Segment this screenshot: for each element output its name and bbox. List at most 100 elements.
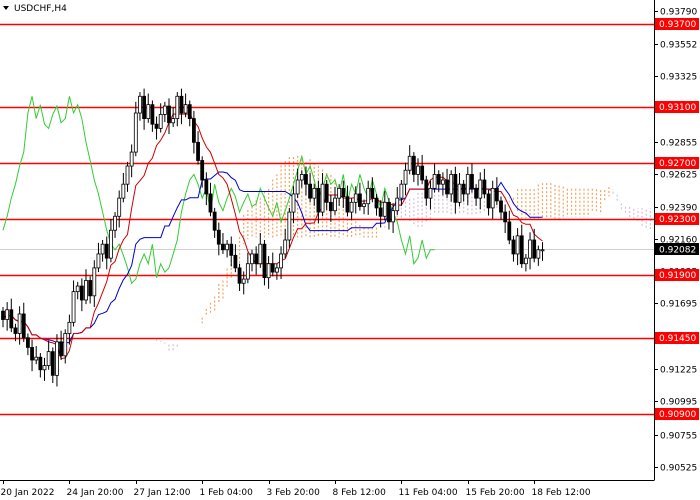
candle-body	[304, 174, 308, 185]
candle-body	[411, 155, 416, 175]
x-tick-label: 15 Feb 20:00	[466, 488, 525, 498]
candle-body	[191, 118, 196, 143]
candle-body	[532, 239, 537, 259]
candle-body	[316, 187, 321, 213]
candle-body	[312, 187, 317, 199]
candle-body	[1, 310, 5, 320]
x-tick-label: 3 Feb 20:00	[267, 488, 321, 498]
level-price-label: 0.91450	[659, 334, 696, 344]
candle-body	[490, 187, 495, 209]
level-price-label: 0.93700	[659, 20, 696, 30]
candle-body	[79, 285, 84, 301]
candle-body	[345, 196, 350, 213]
candle-body	[474, 187, 479, 199]
candle-body	[387, 201, 391, 223]
candle-body	[42, 365, 47, 371]
candle-body	[449, 174, 454, 195]
candle-body	[104, 243, 109, 259]
candle-body	[274, 267, 279, 273]
candle-body	[445, 179, 449, 195]
candle-body	[391, 210, 396, 223]
candle-body	[254, 253, 259, 265]
x-tick-label: 18 Feb 12:00	[532, 488, 591, 498]
candle-body	[233, 254, 238, 269]
y-axis: 0.937900.935520.933250.930950.928550.926…	[654, 8, 697, 474]
y-tick-label: 0.92625	[660, 171, 697, 181]
candle-body	[13, 327, 18, 334]
candle-body	[9, 309, 14, 329]
candle-body	[183, 104, 188, 114]
candle-body	[428, 187, 433, 199]
candle-body	[420, 165, 425, 181]
candle-body	[109, 229, 113, 259]
candle-body	[100, 243, 105, 255]
candle-body	[403, 169, 408, 185]
x-tick-label: 11 Feb 04:00	[399, 488, 458, 498]
candle-body	[341, 187, 346, 198]
candle-body	[113, 215, 117, 231]
level-price-label: 0.92300	[659, 215, 696, 225]
level-price-label: 0.91900	[659, 271, 696, 281]
candle-body	[67, 321, 72, 334]
candle-body	[46, 351, 51, 366]
chart-root: 0.937900.935520.933250.930950.928550.926…	[0, 0, 700, 500]
candle-body	[283, 239, 288, 255]
candle-body	[250, 253, 254, 265]
candle-body	[204, 179, 209, 195]
candle-body	[362, 203, 366, 207]
candle-body	[295, 179, 300, 195]
candle-body	[21, 313, 26, 339]
chart-title: USDCHF,H4	[14, 4, 67, 14]
y-tick-label: 0.90995	[660, 398, 697, 408]
candle-body	[208, 193, 213, 213]
y-tick-label: 0.90755	[660, 432, 697, 442]
candle-body	[196, 141, 200, 161]
candle-body	[133, 112, 138, 153]
candle-body	[482, 179, 487, 195]
candle-body	[328, 201, 333, 212]
candle-body	[17, 313, 22, 334]
candle-body	[395, 197, 400, 212]
candle-body	[528, 239, 532, 259]
candle-body	[34, 356, 39, 361]
candle-body	[154, 123, 159, 129]
x-tick-label: 24 Jan 20:00	[67, 488, 124, 498]
candle-body	[337, 187, 342, 199]
candle-body	[270, 263, 275, 273]
price-chart[interactable]: 0.937900.935520.933250.930950.928550.926…	[0, 0, 700, 500]
candle-body	[291, 193, 296, 213]
candle-body	[499, 200, 503, 213]
candle-body	[221, 243, 225, 251]
candle-body	[96, 253, 101, 269]
candle-body	[225, 243, 230, 251]
candle-body	[179, 95, 184, 114]
candle-body	[465, 174, 470, 195]
candle-body	[162, 105, 167, 115]
candle-body	[59, 341, 63, 357]
x-tick-label: 8 Feb 12:00	[333, 488, 387, 498]
candle-body	[150, 104, 155, 125]
candle-body	[146, 104, 151, 120]
candle-body	[432, 174, 437, 189]
y-tick-label: 0.90525	[660, 464, 697, 474]
candle-body	[299, 174, 304, 181]
candle-body	[461, 183, 466, 195]
candle-body	[229, 243, 234, 256]
candle-body	[374, 197, 379, 209]
level-price-label: 0.92700	[659, 159, 696, 169]
candle-body	[366, 187, 371, 205]
y-tick-label: 0.92855	[660, 139, 697, 149]
y-tick-label: 0.91695	[660, 300, 697, 310]
candle-body	[382, 201, 387, 217]
candle-body	[279, 253, 283, 269]
candle-body	[129, 151, 134, 167]
candle-body	[55, 341, 59, 376]
candle-body	[333, 197, 337, 212]
candle-body	[216, 229, 221, 245]
x-tick-label: 1 Feb 04:00	[200, 488, 254, 498]
candle-body	[478, 179, 483, 199]
candle-body	[407, 155, 412, 171]
candle-body	[171, 118, 176, 124]
candle-body	[200, 160, 205, 181]
candle-body	[142, 95, 147, 120]
